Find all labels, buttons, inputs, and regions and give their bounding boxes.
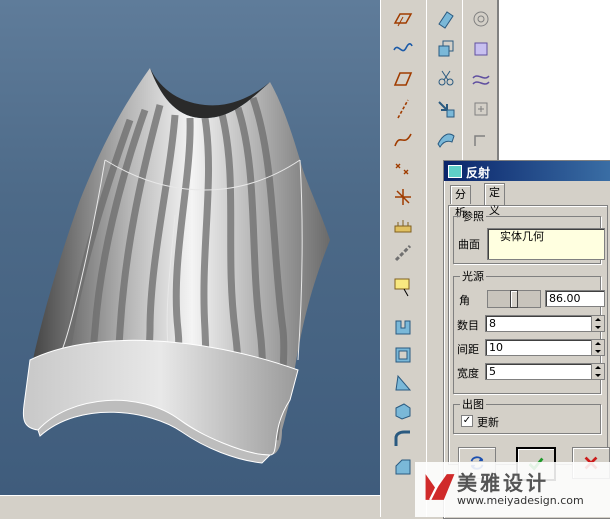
dialog-icon [448, 165, 462, 178]
square-icon[interactable] [466, 34, 496, 64]
dialog-titlebar[interactable]: 反射 [444, 161, 610, 181]
watermark-logo: 美雅设计 www.meiyadesign.com [415, 462, 610, 517]
datum-plane-icon[interactable] [388, 4, 418, 34]
angle-slider[interactable] [487, 290, 541, 308]
count-spin-buttons[interactable] [591, 316, 604, 331]
analysis-ruler-icon[interactable] [388, 210, 418, 240]
count-label: 数目 [457, 319, 479, 332]
shell-icon[interactable] [388, 340, 418, 370]
feature-toolbar [380, 0, 428, 517]
graphics-viewport[interactable] [0, 0, 380, 495]
watermark-brand: 美雅设计 [457, 471, 549, 495]
sphere-icon[interactable] [466, 4, 496, 34]
copy-surface-icon[interactable] [431, 4, 461, 34]
count-stepper[interactable]: 8 [485, 315, 605, 332]
status-strip [0, 495, 380, 518]
surface-collector[interactable]: 实体几何 [487, 228, 605, 260]
definition-panel: 参照 曲面 实体几何 光源 角 86.00 数目 8 间距 10 宽度 5 出图… [448, 205, 608, 465]
spacing-spin-buttons[interactable] [591, 340, 604, 355]
round-icon[interactable] [388, 424, 418, 454]
zebra-surface-model [22, 68, 331, 464]
update-checkbox[interactable]: ✓ [461, 415, 473, 427]
plane-icon[interactable] [388, 64, 418, 94]
model-tree-panel[interactable] [497, 0, 610, 160]
spacing-stepper[interactable]: 10 [485, 339, 605, 356]
width-stepper[interactable]: 5 [485, 363, 605, 380]
update-label: 更新 [477, 416, 499, 429]
coordinate-system-icon[interactable] [388, 182, 418, 212]
transform-icon[interactable] [431, 94, 461, 124]
angle-slider-thumb[interactable] [510, 290, 518, 308]
width-label: 宽度 [457, 367, 479, 380]
sketch-curve-icon[interactable] [388, 124, 418, 154]
light-group-label: 光源 [462, 270, 484, 283]
angle-input[interactable]: 86.00 [545, 290, 605, 307]
insert-icon[interactable] [466, 94, 496, 124]
dialog-title: 反射 [466, 166, 491, 180]
angle-label: 角 [459, 294, 470, 307]
boundary-blend-icon[interactable] [466, 64, 496, 94]
axis-icon[interactable] [388, 94, 418, 124]
note-icon[interactable] [388, 272, 418, 302]
blend-surface-icon[interactable] [431, 124, 461, 154]
spacing-value: 10 [489, 341, 503, 354]
chamfer-icon[interactable] [388, 452, 418, 482]
output-group-label: 出图 [462, 398, 484, 411]
corner-icon[interactable] [466, 124, 496, 154]
surface-label: 曲面 [458, 238, 480, 251]
width-spin-buttons[interactable] [591, 364, 604, 379]
extrude-icon[interactable] [388, 312, 418, 342]
brand-mark-icon [425, 474, 455, 501]
spacing-label: 间距 [457, 343, 479, 356]
point-icon[interactable] [388, 154, 418, 184]
offset-icon[interactable] [431, 34, 461, 64]
watermark-url: www.meiyadesign.com [457, 494, 584, 507]
rib-icon[interactable] [388, 396, 418, 426]
width-value: 5 [489, 365, 496, 378]
reference-group-label: 参照 [462, 210, 484, 223]
output-group: 出图 [453, 396, 601, 434]
trim-icon[interactable] [431, 64, 461, 94]
tab-analysis[interactable]: 分析 [450, 185, 471, 219]
count-value: 8 [489, 317, 496, 330]
draft-icon[interactable] [388, 368, 418, 398]
curve-wave-icon[interactable] [388, 34, 418, 64]
chain-icon[interactable] [388, 238, 418, 268]
tab-definition[interactable]: 定义 [484, 183, 505, 217]
